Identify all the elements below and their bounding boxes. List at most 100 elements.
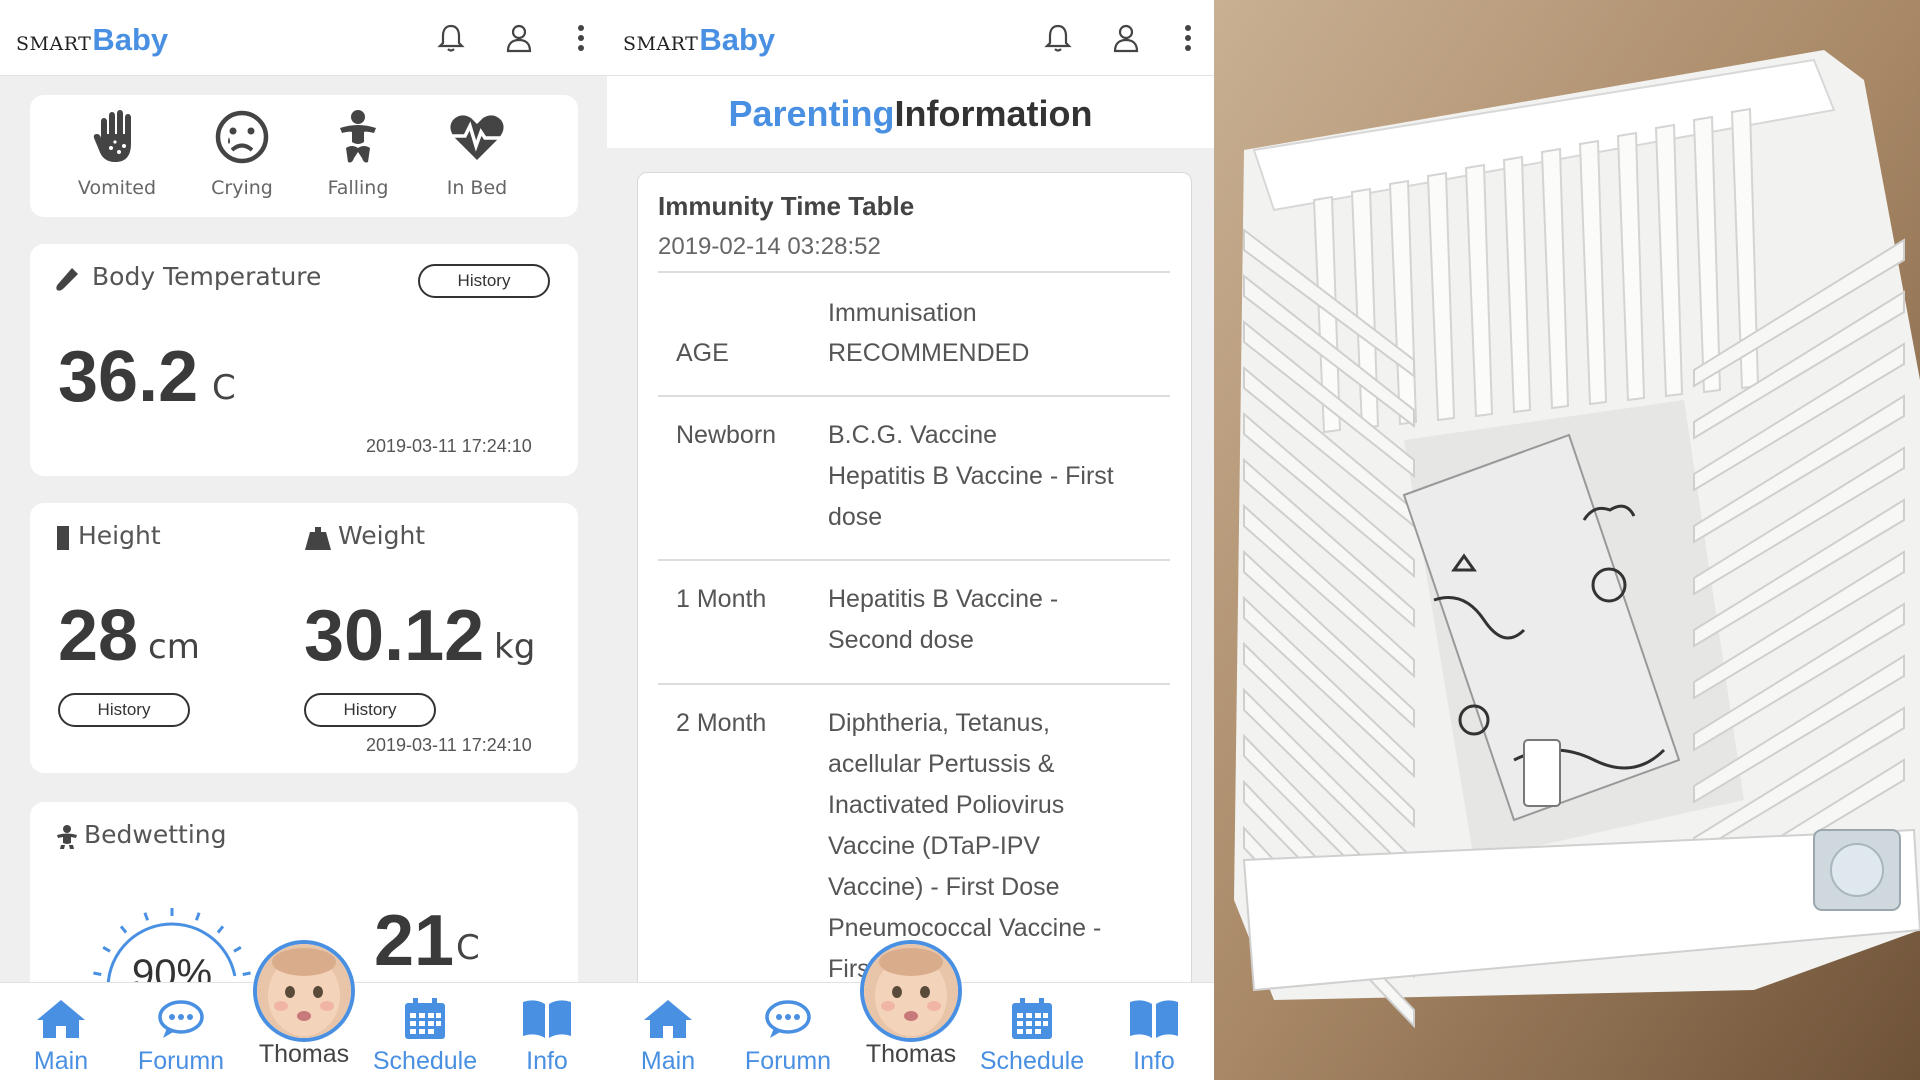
nav-thomas-label[interactable]: Thomas [845,1040,977,1069]
height-unit: cm [148,627,200,667]
baby-small-icon [57,825,77,849]
status-label: Vomited [77,177,157,199]
book-icon [492,997,602,1041]
bedwetting-title: Bedwetting [84,820,227,849]
status-card: Vomited Crying Falling In Bed [30,95,578,217]
heartbeat-icon [422,107,532,167]
app-logo: SMARTBaby [16,22,168,58]
temperature-history-button[interactable]: History [418,264,550,298]
calendar-icon [977,997,1087,1041]
nav-label: Info [1133,1047,1175,1075]
more-vertical-icon[interactable] [1172,22,1204,54]
more-vertical-icon[interactable] [565,22,597,54]
logo-name: Baby [699,22,776,57]
ruler-icon [57,526,69,550]
user-icon[interactable] [1110,22,1142,54]
home-icon [6,997,116,1041]
height-title: Height [78,521,161,550]
bedwetting-temp-unit: C [456,928,480,968]
nav-label: Main [640,1047,696,1075]
status-vomited[interactable]: Vomited [62,107,172,199]
gauge-tick [216,925,225,934]
baby-icon [303,107,413,167]
nav-schedule[interactable]: Schedule [977,997,1087,1076]
main-screen: SMARTBaby Vomited Crying Falling In Bed … [0,0,607,1080]
baby-avatar[interactable] [860,940,962,1042]
nav-schedule[interactable]: Schedule [370,997,480,1076]
gauge-tick [119,925,128,934]
table-date: 2019-02-14 03:28:52 [658,233,881,260]
nav-info[interactable]: Info [492,997,602,1076]
user-icon[interactable] [503,22,535,54]
sad-face-icon [187,107,297,167]
table-title: Immunity Time Table [658,191,915,221]
header-age: AGE [676,339,729,367]
status-label: Crying [211,177,273,199]
row-age: 2 Month [676,709,767,737]
status-label: In Bed [446,177,508,199]
status-label: Falling [327,177,389,199]
temperature-card: Body Temperature History 36.2 C 2019-03-… [30,244,578,476]
title-rest: Information [894,93,1093,134]
row-age: 1 Month [676,585,767,613]
hand-icon [62,107,172,167]
row-vaccine: acellular Pertussis & [828,750,1055,778]
header-vaccine-line2: RECOMMENDED [828,339,1030,367]
baby-avatar[interactable] [253,940,355,1042]
bell-icon[interactable] [1042,22,1074,54]
composite-figure: SMARTBaby Vomited Crying Falling In Bed … [0,0,1920,1080]
nav-label: Schedule [372,1047,478,1075]
nav-label: Info [526,1047,568,1075]
gauge-tick [194,912,201,921]
weight-history-button[interactable]: History [304,693,436,727]
logo-prefix: SMART [16,33,92,55]
nav-label: Forumn [137,1047,225,1075]
app-logo: SMARTBaby [623,22,775,58]
row-vaccine: B.C.G. Vaccine [828,421,998,449]
crib-illustration [1214,0,1920,1080]
temperature-title: Body Temperature [92,262,322,291]
nav-label: Forumn [744,1047,832,1075]
divider [658,559,1170,561]
row-vaccine: Second dose [828,626,974,654]
weight-icon [305,527,331,550]
height-history-button[interactable]: History [58,693,190,727]
nav-main[interactable]: Main [6,997,116,1076]
nav-label: Schedule [979,1047,1085,1075]
nav-info[interactable]: Info [1099,997,1209,1076]
nav-forumn[interactable]: Forumn [733,997,843,1076]
temperature-value: 36.2 [58,337,199,417]
gauge-tick [143,912,150,921]
row-vaccine: Hepatitis B Vaccine - [828,585,1059,613]
status-falling[interactable]: Falling [303,107,413,199]
row-vaccine: Diphtheria, Tetanus, [828,709,1050,737]
nav-forumn[interactable]: Forumn [126,997,236,1076]
nav-thomas-label[interactable]: Thomas [238,1040,370,1069]
home-icon [613,997,723,1041]
thermometer-icon [56,268,78,291]
sensor-device [1523,739,1561,807]
row-vaccine: Inactivated Poliovirus [828,791,1065,819]
status-crying[interactable]: Crying [187,107,297,199]
row-vaccine: dose [828,503,883,531]
app-bar: SMARTBaby [607,0,1214,76]
row-vaccine: Vaccine (DTaP-IPV [828,832,1041,860]
divider [658,395,1170,397]
page-title: ParentingInformation [607,76,1214,148]
row-vaccine: Hepatitis B Vaccine - First [828,462,1114,490]
divider [658,683,1170,685]
nav-main[interactable]: Main [613,997,723,1076]
weight-unit: kg [494,627,536,667]
chat-icon [733,997,843,1041]
bell-icon[interactable] [435,22,467,54]
bedwetting-temp-value: 21 [374,901,455,981]
book-icon [1099,997,1209,1041]
gauge-tick [102,945,111,953]
temperature-timestamp: 2019-03-11 17:24:10 [366,436,532,456]
info-screen: SMARTBaby ParentingInformation Immunity … [607,0,1214,1080]
row-vaccine: Vaccine) - First Dose [828,873,1060,901]
gauge-tick [233,945,242,953]
crib-prototype-photo [1214,0,1920,1080]
app-bar: SMARTBaby [0,0,607,76]
status-in-bed[interactable]: In Bed [422,107,532,199]
